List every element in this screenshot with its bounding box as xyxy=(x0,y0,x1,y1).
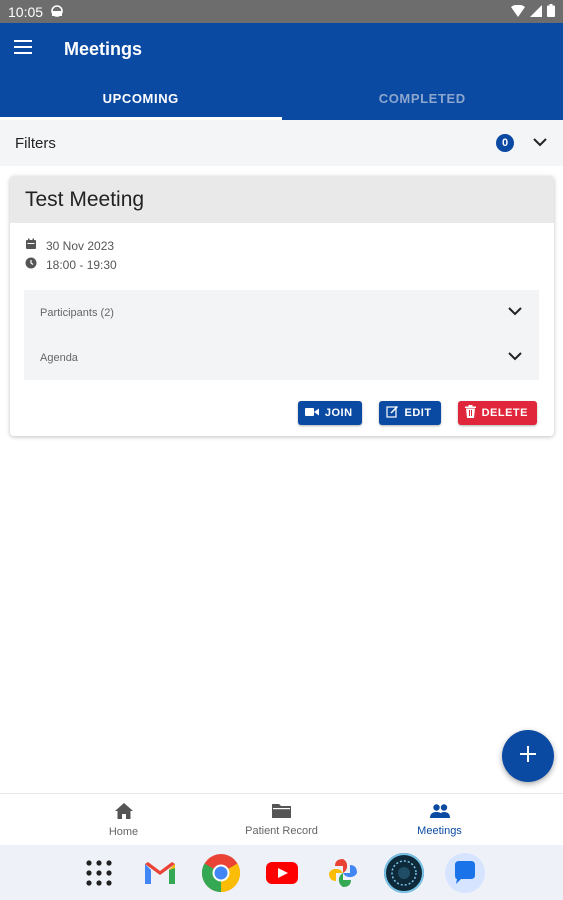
app-grid-icon[interactable] xyxy=(79,853,119,893)
edit-label: EDIT xyxy=(404,407,432,419)
filter-count-badge: 0 xyxy=(496,134,514,152)
tab-completed[interactable]: COMPLETED xyxy=(282,76,563,120)
chrome-icon[interactable] xyxy=(201,853,241,893)
meeting-time: 18:00 - 19:30 xyxy=(46,257,117,272)
nav-label-home: Home xyxy=(108,825,139,838)
android-dock xyxy=(0,845,563,900)
battery-icon xyxy=(547,3,555,20)
meeting-title: Test Meeting xyxy=(25,187,145,211)
meeting-meta: 30 Nov 2023 18:00 - 19:30 xyxy=(25,236,117,274)
agenda-expander[interactable]: Agenda xyxy=(24,335,539,380)
status-time: 10:05 xyxy=(8,3,44,20)
nav-label-patient-record: Patient Record xyxy=(245,825,318,837)
status-bar: 10:05 xyxy=(0,0,563,23)
messages-icon[interactable] xyxy=(444,852,485,893)
meeting-card: Test Meeting 30 Nov 2023 18:00 - 19:30 P… xyxy=(10,176,554,436)
plus-icon xyxy=(520,745,536,767)
agenda-label: Agenda xyxy=(40,351,78,364)
edit-icon xyxy=(385,405,399,421)
menu-button[interactable] xyxy=(0,23,46,76)
people-icon xyxy=(429,803,450,821)
hamburger-menu-icon xyxy=(14,40,32,59)
tab-bar: UPCOMING COMPLETED xyxy=(0,76,563,120)
add-meeting-button[interactable] xyxy=(502,730,554,782)
youtube-icon[interactable] xyxy=(262,853,302,893)
filters-label: Filters xyxy=(15,134,56,152)
photos-icon[interactable] xyxy=(323,853,363,893)
meeting-date: 30 Nov 2023 xyxy=(46,238,115,253)
nav-item-patient-record[interactable]: Patient Record xyxy=(203,794,361,846)
meeting-time-row: 18:00 - 19:30 xyxy=(25,255,117,274)
wifi-icon xyxy=(511,4,525,20)
participants-expander[interactable]: Participants (2) xyxy=(24,290,539,335)
home-icon xyxy=(114,802,133,822)
delete-button[interactable]: DELETE xyxy=(457,401,537,425)
trash-icon xyxy=(464,405,476,421)
nav-item-home[interactable]: Home xyxy=(45,794,203,846)
tab-upcoming[interactable]: UPCOMING xyxy=(0,76,282,120)
edit-button[interactable]: EDIT xyxy=(378,401,441,425)
delete-label: DELETE xyxy=(481,407,528,419)
chevron-down-icon xyxy=(507,306,523,319)
meeting-details-panel: Participants (2) Agenda xyxy=(24,290,539,380)
chevron-down-icon xyxy=(507,351,523,364)
bottom-navigation: Home Patient Record Meetings xyxy=(0,793,563,846)
page-title: Meetings xyxy=(64,39,143,59)
calendar-icon xyxy=(25,238,37,253)
join-button[interactable]: JOIN xyxy=(297,401,362,425)
clock-icon xyxy=(25,257,37,272)
folder-icon xyxy=(272,803,291,821)
gmail-icon[interactable] xyxy=(140,853,180,893)
chevron-down-icon[interactable] xyxy=(532,134,548,152)
app-bar: Meetings xyxy=(0,23,563,76)
meeting-card-header: Test Meeting xyxy=(10,176,554,223)
meeting-actions: JOIN EDIT DELETE xyxy=(297,401,537,425)
camera-app-icon[interactable] xyxy=(383,852,424,893)
nav-label-meetings: Meetings xyxy=(417,824,462,837)
nav-item-meetings[interactable]: Meetings xyxy=(361,794,519,846)
participants-label: Participants (2) xyxy=(40,306,114,319)
notification-icon xyxy=(51,4,63,20)
join-label: JOIN xyxy=(324,407,353,419)
filters-bar[interactable]: Filters 0 xyxy=(0,120,563,166)
video-camera-icon xyxy=(304,407,319,420)
signal-icon xyxy=(530,4,542,20)
meeting-date-row: 30 Nov 2023 xyxy=(25,236,117,255)
